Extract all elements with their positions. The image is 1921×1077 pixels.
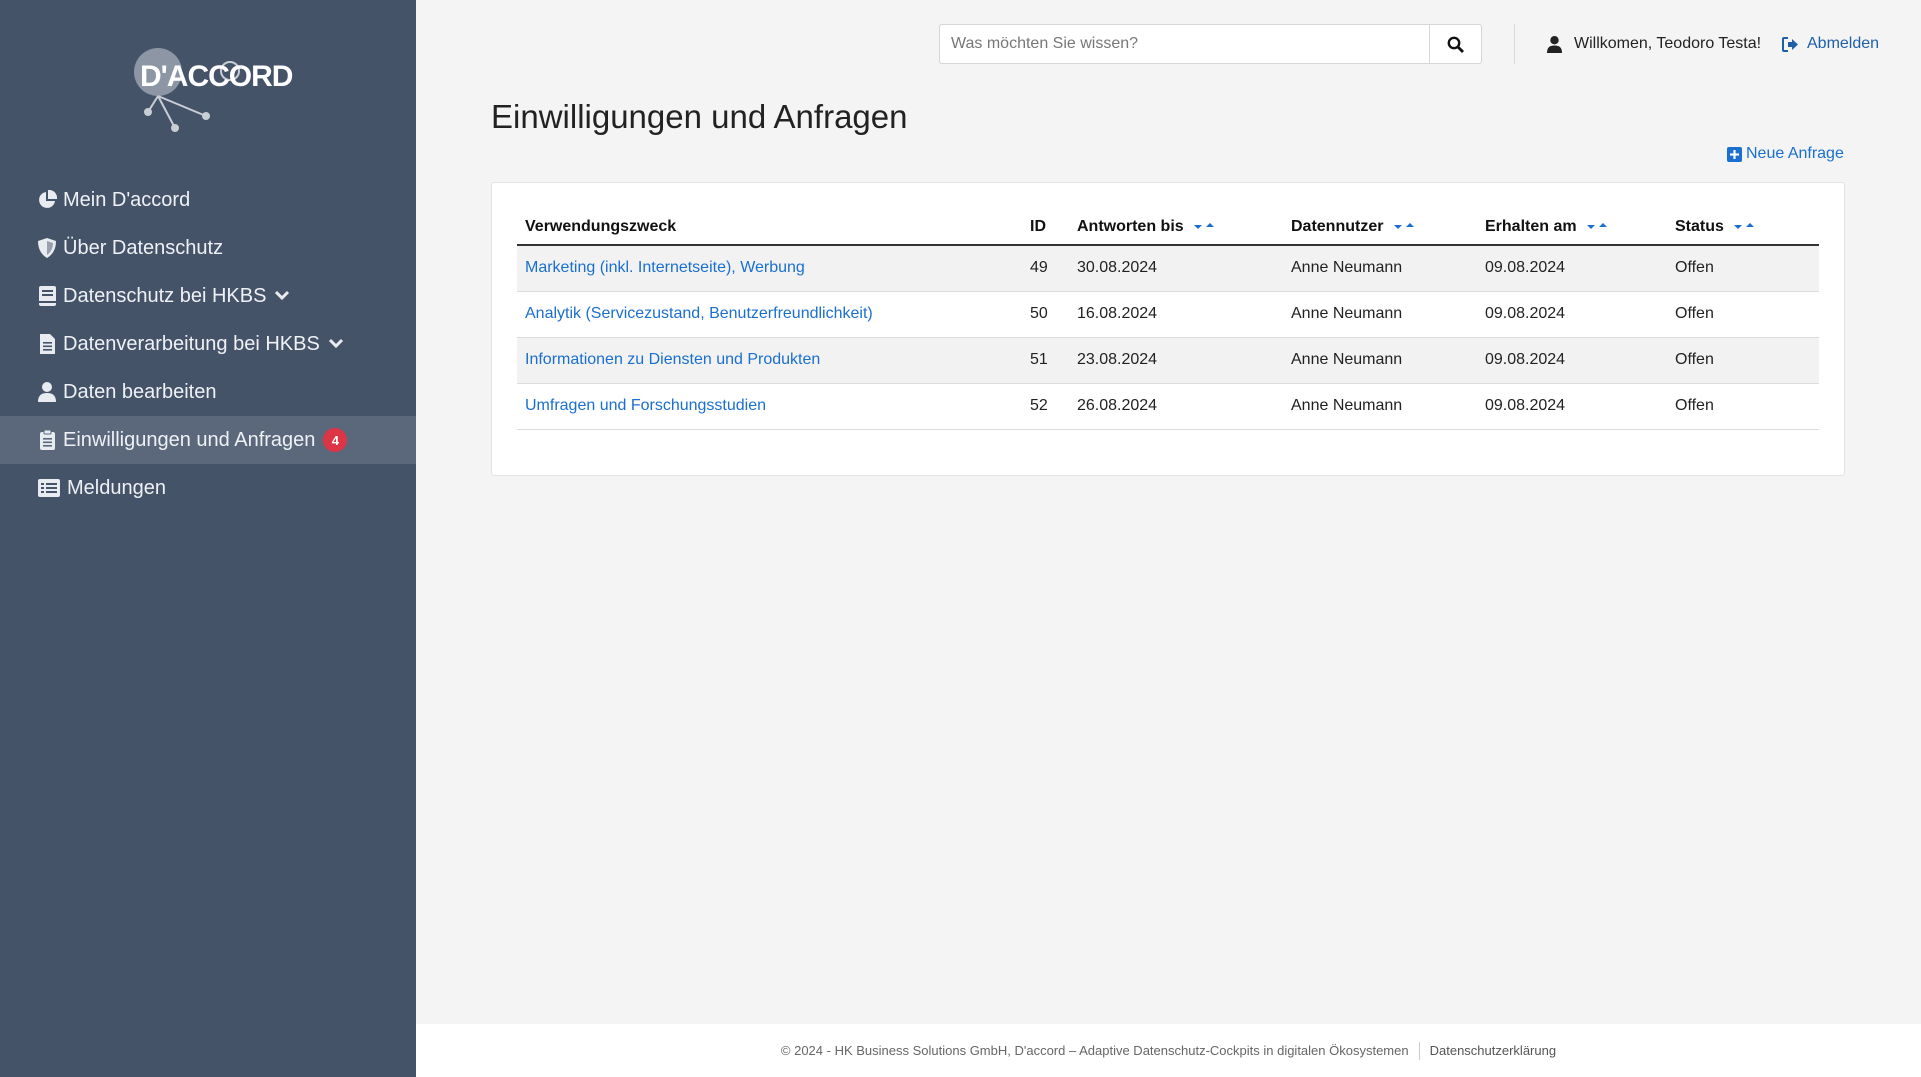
purpose-link[interactable]: Marketing (inkl. Internetseite), Werbung bbox=[525, 259, 805, 276]
cell-answer-by: 30.08.2024 bbox=[1069, 245, 1283, 292]
cell-id: 50 bbox=[1022, 291, 1069, 338]
cell-id: 52 bbox=[1022, 383, 1069, 430]
cell-status: Offen bbox=[1667, 291, 1819, 338]
cell-answer-by: 16.08.2024 bbox=[1069, 291, 1283, 338]
cell-status: Offen bbox=[1667, 337, 1819, 384]
cell-received-on: 09.08.2024 bbox=[1477, 383, 1667, 430]
chevron-down-icon bbox=[274, 290, 290, 302]
daccord-logo[interactable]: D'ACCORD bbox=[130, 44, 293, 134]
search-input[interactable] bbox=[940, 25, 1429, 63]
column-header-antworten-bis[interactable]: Antworten bis bbox=[1069, 209, 1283, 246]
chevron-down-icon bbox=[328, 338, 344, 350]
cell-status: Offen bbox=[1667, 383, 1819, 430]
cell-data-user: Anne Neumann bbox=[1283, 383, 1477, 430]
new-request-label: Neue Anfrage bbox=[1746, 145, 1844, 162]
user-icon bbox=[1547, 35, 1562, 53]
shield-icon bbox=[37, 238, 57, 258]
sidebar-item-einwilligungen[interactable]: Einwilligungen und Anfragen 4 bbox=[0, 416, 416, 464]
column-header-datennutzer[interactable]: Datennutzer bbox=[1283, 209, 1477, 246]
sidebar-item-mein-daccord[interactable]: Mein D'accord bbox=[0, 176, 416, 224]
page-title: Einwilligungen und Anfragen bbox=[491, 98, 908, 135]
cell-status: Offen bbox=[1667, 245, 1819, 292]
sidebar-item-label: Über Datenschutz bbox=[63, 236, 224, 259]
search-bar bbox=[939, 24, 1482, 64]
sidebar-item-ueber-datenschutz[interactable]: Über Datenschutz bbox=[0, 224, 416, 272]
sidebar-item-daten-bearbeiten[interactable]: Daten bearbeiten bbox=[0, 368, 416, 416]
sort-toggle-icon[interactable] bbox=[1585, 220, 1609, 232]
cell-received-on: 09.08.2024 bbox=[1477, 245, 1667, 292]
footer-divider bbox=[1418, 1041, 1420, 1060]
cell-id: 49 bbox=[1022, 245, 1069, 292]
new-request-button[interactable]: Neue Anfrage bbox=[1727, 145, 1844, 163]
table-row: Analytik (Servicezustand, Benutzerfreund… bbox=[517, 291, 1819, 338]
purpose-link[interactable]: Umfragen und Forschungsstudien bbox=[525, 397, 766, 414]
logo-text: D'ACCORD bbox=[140, 60, 293, 93]
list-icon bbox=[37, 478, 61, 498]
cell-purpose: Analytik (Servicezustand, Benutzerfreund… bbox=[517, 291, 1022, 338]
requests-card: Verwendungszweck ID Antworten bis Datenn… bbox=[491, 182, 1845, 476]
welcome-text: Willkomen, Teodoro Testa! bbox=[1574, 35, 1762, 52]
table-row: Umfragen und Forschungsstudien 52 26.08.… bbox=[517, 383, 1819, 430]
sidebar-nav: Mein D'accord Über Datenschutz Datenschu… bbox=[0, 176, 416, 512]
sidebar-item-label: Meldungen bbox=[67, 476, 166, 499]
file-icon bbox=[37, 334, 57, 354]
logout-label: Abmelden bbox=[1807, 35, 1880, 52]
book-icon bbox=[37, 286, 57, 306]
sidebar-item-label: Einwilligungen und Anfragen bbox=[63, 428, 316, 451]
cell-data-user: Anne Neumann bbox=[1283, 245, 1477, 292]
search-icon bbox=[1447, 36, 1464, 53]
sort-toggle-icon[interactable] bbox=[1392, 220, 1416, 232]
footer: © 2024 - HK Business Solutions GmbH, D'a… bbox=[416, 1024, 1921, 1077]
sign-out-icon bbox=[1782, 36, 1799, 52]
pie-chart-icon bbox=[37, 190, 57, 210]
requests-table: Verwendungszweck ID Antworten bis Datenn… bbox=[517, 209, 1819, 430]
table-header-row: Verwendungszweck ID Antworten bis Datenn… bbox=[517, 209, 1819, 246]
search-button[interactable] bbox=[1429, 25, 1481, 63]
plus-square-icon bbox=[1727, 146, 1742, 162]
purpose-link[interactable]: Informationen zu Diensten und Produkten bbox=[525, 351, 820, 368]
column-header-id: ID bbox=[1022, 209, 1069, 246]
cell-received-on: 09.08.2024 bbox=[1477, 291, 1667, 338]
cell-received-on: 09.08.2024 bbox=[1477, 337, 1667, 384]
cell-data-user: Anne Neumann bbox=[1283, 291, 1477, 338]
column-header-status[interactable]: Status bbox=[1667, 209, 1819, 246]
cell-purpose: Informationen zu Diensten und Produkten bbox=[517, 337, 1022, 384]
privacy-policy-link[interactable]: Datenschutzerklärung bbox=[1430, 1043, 1556, 1058]
sidebar-item-datenverarbeitung-hkbs[interactable]: Datenverarbeitung bei HKBS bbox=[0, 320, 416, 368]
welcome-message: Willkomen, Teodoro Testa! bbox=[1547, 35, 1761, 53]
cell-answer-by: 23.08.2024 bbox=[1069, 337, 1283, 384]
header-divider bbox=[1514, 24, 1515, 64]
column-header-verwendungszweck: Verwendungszweck bbox=[517, 209, 1022, 246]
column-header-erhalten-am[interactable]: Erhalten am bbox=[1477, 209, 1667, 246]
cell-answer-by: 26.08.2024 bbox=[1069, 383, 1283, 430]
notification-badge: 4 bbox=[323, 428, 348, 452]
cell-data-user: Anne Neumann bbox=[1283, 337, 1477, 384]
sidebar: D'ACCORD Mein D'accord Über Datenschutz … bbox=[0, 0, 416, 1077]
logout-link[interactable]: Abmelden bbox=[1782, 35, 1879, 53]
user-icon bbox=[37, 382, 57, 402]
sort-toggle-icon[interactable] bbox=[1192, 220, 1216, 232]
cell-id: 51 bbox=[1022, 337, 1069, 384]
sidebar-item-label: Mein D'accord bbox=[63, 188, 191, 211]
sidebar-item-label: Datenschutz bei HKBS bbox=[63, 284, 267, 307]
table-row: Informationen zu Diensten und Produkten … bbox=[517, 337, 1819, 384]
purpose-link[interactable]: Analytik (Servicezustand, Benutzerfreund… bbox=[525, 305, 873, 322]
sidebar-item-label: Daten bearbeiten bbox=[63, 380, 217, 403]
table-row: Marketing (inkl. Internetseite), Werbung… bbox=[517, 245, 1819, 292]
sort-toggle-icon[interactable] bbox=[1732, 220, 1756, 232]
sidebar-item-label: Datenverarbeitung bei HKBS bbox=[63, 332, 320, 355]
clipboard-icon bbox=[37, 430, 57, 450]
footer-copyright: © 2024 - HK Business Solutions GmbH, D'a… bbox=[780, 1043, 1409, 1058]
sidebar-item-datenschutz-hkbs[interactable]: Datenschutz bei HKBS bbox=[0, 272, 416, 320]
cell-purpose: Umfragen und Forschungsstudien bbox=[517, 383, 1022, 430]
sidebar-item-meldungen[interactable]: Meldungen bbox=[0, 464, 416, 512]
cell-purpose: Marketing (inkl. Internetseite), Werbung bbox=[517, 245, 1022, 292]
